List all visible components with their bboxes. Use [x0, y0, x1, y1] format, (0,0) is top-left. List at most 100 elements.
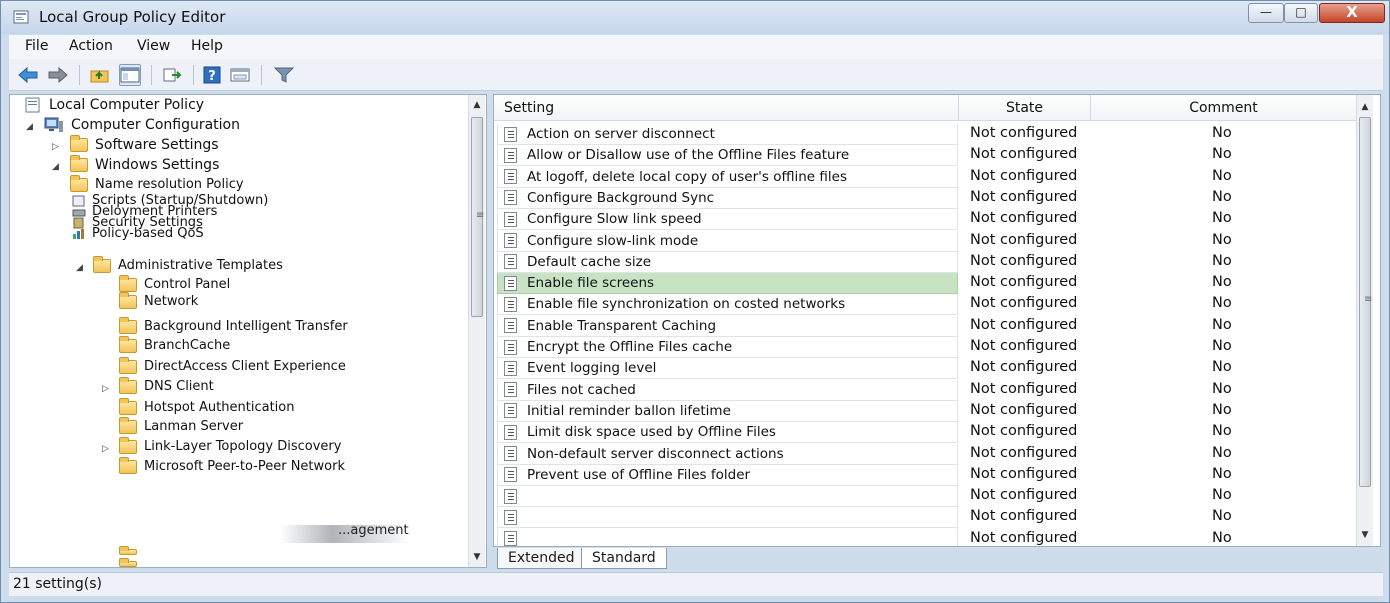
expanded-arrow-icon[interactable]: ◢: [52, 162, 59, 172]
column-header-setting[interactable]: Setting: [494, 95, 959, 121]
menu-view[interactable]: View: [137, 38, 170, 54]
setting-cell[interactable]: Prevent use of Offline Files folder: [497, 464, 958, 486]
filter-icon[interactable]: [273, 64, 295, 86]
collapsed-arrow-icon[interactable]: ▷: [102, 444, 109, 454]
setting-cell[interactable]: Non-default server disconnect actions: [497, 443, 958, 465]
tree-node-link-layer-topology-discovery[interactable]: Link-Layer Topology Discovery: [119, 436, 341, 454]
setting-cell[interactable]: Configure Slow link speed: [497, 209, 958, 231]
table-row[interactable]: Initial reminder ballon lifetime Not conf…: [494, 400, 1354, 422]
table-row[interactable]: Encrypt the Offline Files cache Not confi…: [494, 337, 1354, 358]
column-header-state[interactable]: State: [959, 95, 1091, 121]
scroll-down-icon[interactable]: ▼: [469, 549, 485, 565]
tree-node-network[interactable]: Network: [119, 291, 198, 309]
setting-cell[interactable]: Enable file screens: [497, 273, 958, 295]
tree-node-background-intelligent-transfer[interactable]: Background Intelligent Transfer: [119, 316, 348, 334]
table-row[interactable]: Event logging level Not configured No: [494, 358, 1354, 380]
tab-extended[interactable]: Extended: [497, 548, 586, 569]
setting-cell[interactable]: At logoff, delete local copy of user's o…: [497, 166, 958, 188]
setting-name: Enable file screens: [527, 275, 655, 292]
show-hide-tree-icon[interactable]: [119, 64, 141, 86]
setting-state: Not configured: [970, 125, 1078, 141]
tree-node-computer-configuration[interactable]: Computer Configuration: [44, 117, 240, 133]
setting-cell[interactable]: Enable file synchronization on costed ne…: [497, 294, 958, 316]
minimize-button[interactable]: —: [1248, 3, 1284, 23]
expanded-arrow-icon[interactable]: ◢: [26, 122, 33, 132]
policy-setting-icon: [504, 233, 517, 248]
back-icon[interactable]: [17, 64, 39, 86]
setting-cell[interactable]: Encrypt the Offline Files cache: [497, 337, 958, 358]
expanded-arrow-icon[interactable]: ◢: [76, 263, 83, 273]
toolbar: ?: [9, 59, 1383, 91]
setting-cell[interactable]: Files not cached: [497, 379, 958, 401]
setting-cell[interactable]: Action on server disconnect: [497, 124, 958, 145]
tree-node-control-panel[interactable]: Control Panel: [119, 274, 230, 292]
properties-icon[interactable]: [229, 64, 251, 86]
tree-node-lanman-server[interactable]: Lanman Server: [119, 416, 243, 434]
tree-node-hotspot-authentication[interactable]: Hotspot Authentication: [119, 397, 294, 415]
table-row[interactable]: Prevent use of Offline Files folder Not c…: [494, 464, 1354, 486]
table-row[interactable]: Enable Transparent Caching Not configured…: [494, 315, 1354, 337]
setting-comment: No: [1212, 529, 1232, 546]
menu-file[interactable]: File: [25, 38, 48, 54]
menu-action[interactable]: Action: [69, 38, 113, 54]
setting-cell[interactable]: Event logging level: [497, 358, 958, 380]
scroll-up-icon[interactable]: ▲: [469, 97, 485, 113]
table-row[interactable]: Configure slow-link mode Not configured No: [494, 230, 1354, 252]
tree-scrollbar[interactable]: ▲ ≡ ▼: [468, 95, 485, 567]
setting-cell[interactable]: Configure Background Sync: [497, 187, 958, 209]
tree-node-windows-settings[interactable]: Windows Settings: [70, 155, 219, 173]
tree-node-directaccess-client-experience[interactable]: DirectAccess Client Experience: [119, 356, 346, 374]
scroll-up-icon[interactable]: ▲: [1357, 99, 1373, 115]
table-row[interactable]: Enable file synchronization on costed ne…: [494, 294, 1354, 316]
setting-cell[interactable]: Configure slow-link mode: [497, 230, 958, 252]
forward-icon[interactable]: [47, 64, 69, 86]
table-row[interactable]: Not configured No: [494, 507, 1354, 529]
table-row[interactable]: Default cache size Not configured No: [494, 251, 1354, 273]
list-scrollbar[interactable]: ▲ ≡ ▼: [1356, 95, 1373, 546]
setting-cell[interactable]: [497, 486, 958, 508]
tree-node-software-settings[interactable]: Software Settings: [70, 135, 219, 153]
setting-name: Enable file synchronization on costed ne…: [527, 296, 846, 313]
table-row[interactable]: Enable file screens Not configured No: [494, 273, 1354, 295]
list-scroll-thumb[interactable]: ≡: [1359, 117, 1372, 487]
table-row[interactable]: Configure Background Sync Not configured N…: [494, 187, 1354, 209]
setting-cell[interactable]: Limit disk space used by Offline Files: [497, 422, 958, 444]
collapsed-arrow-icon[interactable]: ▷: [52, 142, 59, 152]
toolbar-separator: [79, 65, 80, 85]
setting-cell[interactable]: Allow or Disallow use of the Offline Fil…: [497, 145, 958, 167]
tree-node-policy-based-qos[interactable]: Policy-based QoS: [72, 227, 204, 240]
tree-node-microsoft-peer-to-peer-network[interactable]: Microsoft Peer-to-Peer Network: [119, 456, 345, 474]
setting-cell[interactable]: [497, 507, 958, 529]
tree-node-branchcache[interactable]: BranchCache: [119, 335, 230, 353]
column-header-comment[interactable]: Comment: [1091, 95, 1357, 121]
setting-cell[interactable]: Default cache size: [497, 251, 958, 273]
close-button[interactable]: X: [1319, 3, 1385, 23]
export-list-icon[interactable]: [161, 64, 183, 86]
maximize-button[interactable]: □: [1284, 3, 1318, 23]
setting-cell[interactable]: [497, 528, 958, 546]
setting-state: Not configured: [970, 146, 1078, 163]
table-row[interactable]: Limit disk space used by Offline Files No…: [494, 422, 1354, 444]
setting-cell[interactable]: Enable Transparent Caching: [497, 315, 958, 337]
tree-scroll-thumb[interactable]: ≡: [471, 117, 484, 317]
table-row[interactable]: Non-default server disconnect actions Not…: [494, 443, 1354, 465]
tree-node-name-resolution-policy[interactable]: Name resolution Policy: [70, 174, 244, 192]
tree-node-dns-client[interactable]: DNS Client: [119, 376, 214, 394]
menu-help[interactable]: Help: [191, 38, 223, 54]
setting-cell[interactable]: Initial reminder ballon lifetime: [497, 400, 958, 422]
table-row[interactable]: Configure Slow link speed Not configured N…: [494, 209, 1354, 231]
table-row[interactable]: Not configured No: [494, 528, 1354, 546]
setting-comment: No: [1212, 231, 1232, 248]
tree-node-administrative-templates[interactable]: Administrative Templates: [93, 255, 283, 273]
tree-node-local-computer-policy[interactable]: Local Computer Policy: [24, 97, 204, 113]
table-row[interactable]: Not configured No: [494, 486, 1354, 508]
table-row[interactable]: Action on server disconnect Not configure…: [494, 124, 1354, 145]
table-row[interactable]: At logoff, delete local copy of user's o…: [494, 166, 1354, 188]
collapsed-arrow-icon[interactable]: ▷: [102, 384, 109, 394]
up-folder-icon[interactable]: [89, 64, 111, 86]
table-row[interactable]: Files not cached Not configured No: [494, 379, 1354, 401]
scroll-down-icon[interactable]: ▼: [1357, 527, 1373, 543]
tab-standard[interactable]: Standard: [581, 548, 667, 569]
table-row[interactable]: Allow or Disallow use of the Offline Fil…: [494, 145, 1354, 167]
help-icon[interactable]: ?: [201, 64, 223, 86]
